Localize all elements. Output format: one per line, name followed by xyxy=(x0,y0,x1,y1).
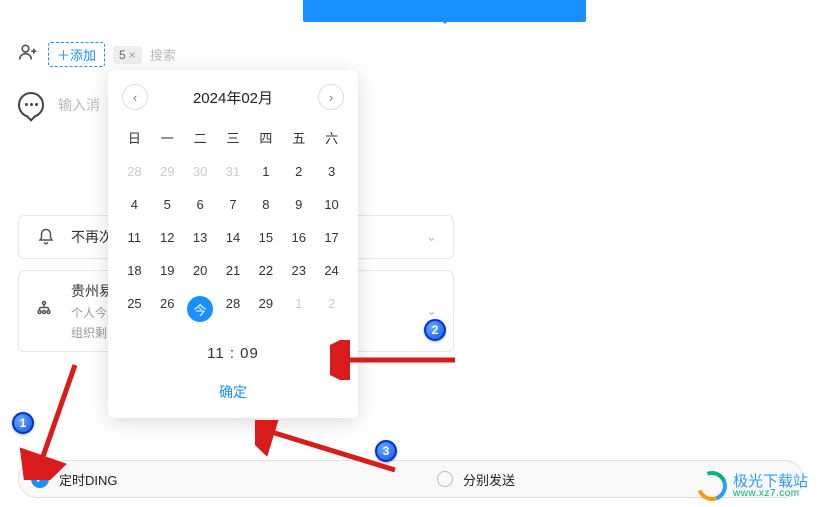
date-cell[interactable]: 9 xyxy=(282,188,315,221)
date-cell[interactable]: 25 xyxy=(118,287,151,331)
annotation-badge-2: 2 xyxy=(424,319,446,341)
date-cell[interactable]: 15 xyxy=(249,221,282,254)
picker-title[interactable]: 2024年02月 xyxy=(193,87,273,108)
weekday-label: 一 xyxy=(151,120,184,155)
date-cell[interactable]: 28 xyxy=(118,155,151,188)
date-cell[interactable]: 12 xyxy=(151,221,184,254)
weekday-label: 五 xyxy=(282,120,315,155)
date-cell[interactable]: 31 xyxy=(217,155,250,188)
radio-off-icon xyxy=(437,471,453,487)
date-cell[interactable]: 2 xyxy=(315,287,348,331)
date-cell[interactable]: 24 xyxy=(315,254,348,287)
date-cell[interactable]: 14 xyxy=(217,221,250,254)
date-cell[interactable]: 29 xyxy=(151,155,184,188)
date-cell[interactable]: 20 xyxy=(184,254,217,287)
date-cell[interactable]: 30 xyxy=(184,155,217,188)
date-cell[interactable]: 17 xyxy=(315,221,348,254)
time-display[interactable]: 11 : 09 xyxy=(118,331,348,372)
date-cell[interactable]: 19 xyxy=(151,254,184,287)
count-clear-icon[interactable]: × xyxy=(129,48,136,62)
date-cell[interactable]: 23 xyxy=(282,254,315,287)
date-cell[interactable]: 4 xyxy=(118,188,151,221)
next-month-button[interactable]: › xyxy=(318,84,344,110)
date-cell-today[interactable]: 今 xyxy=(184,287,217,331)
confirm-button[interactable]: 确定 xyxy=(118,372,348,406)
weekday-label: 六 xyxy=(315,120,348,155)
message-input[interactable]: 输入消 xyxy=(58,95,100,115)
chevron-down-icon: ⌄ xyxy=(426,303,437,319)
logo-icon xyxy=(697,471,727,501)
date-cell[interactable]: 29 xyxy=(249,287,282,331)
date-picker: ‹ 2024年02月 › 日一二三四五六 2829303112345678910… xyxy=(108,70,358,418)
date-cell[interactable]: 8 xyxy=(249,188,282,221)
header-blue-bar xyxy=(303,0,586,22)
weekday-row: 日一二三四五六 xyxy=(118,120,348,155)
logo-en: www.xz7.com xyxy=(733,489,808,499)
date-grid: 2829303112345678910111213141516171819202… xyxy=(118,155,348,331)
weekday-label: 三 xyxy=(217,120,250,155)
date-cell[interactable]: 10 xyxy=(315,188,348,221)
count-badge[interactable]: 5 × xyxy=(113,46,142,64)
date-cell[interactable]: 1 xyxy=(249,155,282,188)
date-cell[interactable]: 22 xyxy=(249,254,282,287)
mute-title: 不再次 xyxy=(71,227,113,247)
weekday-label: 日 xyxy=(118,120,151,155)
add-button[interactable]: ＋添加 xyxy=(48,42,105,67)
date-cell[interactable]: 28 xyxy=(217,287,250,331)
date-cell[interactable]: 7 xyxy=(217,188,250,221)
weekday-label: 四 xyxy=(249,120,282,155)
add-person-icon xyxy=(18,42,40,67)
date-cell[interactable]: 13 xyxy=(184,221,217,254)
date-cell[interactable]: 11 xyxy=(118,221,151,254)
scheduled-label: 定时DING xyxy=(59,470,118,489)
scheduled-ding-option[interactable]: ✓ 定时DING xyxy=(19,470,397,489)
weekday-label: 二 xyxy=(184,120,217,155)
org-icon xyxy=(35,300,57,323)
date-cell[interactable]: 2 xyxy=(282,155,315,188)
annotation-badge-1: 1 xyxy=(12,412,34,434)
chevron-down-icon: ⌄ xyxy=(426,229,437,245)
check-on-icon: ✓ xyxy=(31,470,49,488)
logo-cn: 极光下载站 xyxy=(733,474,808,489)
date-cell[interactable]: 5 xyxy=(151,188,184,221)
bell-icon xyxy=(35,226,57,248)
date-cell[interactable]: 21 xyxy=(217,254,250,287)
chat-icon xyxy=(18,92,44,118)
date-cell[interactable]: 26 xyxy=(151,287,184,331)
date-cell[interactable]: 1 xyxy=(282,287,315,331)
search-placeholder[interactable]: 搜索 xyxy=(150,45,176,64)
date-cell[interactable]: 16 xyxy=(282,221,315,254)
bottom-options: ✓ 定时DING 分别发送 xyxy=(18,460,804,498)
annotation-badge-3: 3 xyxy=(375,440,397,462)
date-cell[interactable]: 18 xyxy=(118,254,151,287)
date-cell[interactable]: 6 xyxy=(184,188,217,221)
split-label: 分别发送 xyxy=(463,470,515,489)
count-number: 5 xyxy=(119,48,126,62)
prev-month-button[interactable]: ‹ xyxy=(122,84,148,110)
date-cell[interactable]: 3 xyxy=(315,155,348,188)
site-logo: 极光下载站 www.xz7.com xyxy=(697,471,808,501)
